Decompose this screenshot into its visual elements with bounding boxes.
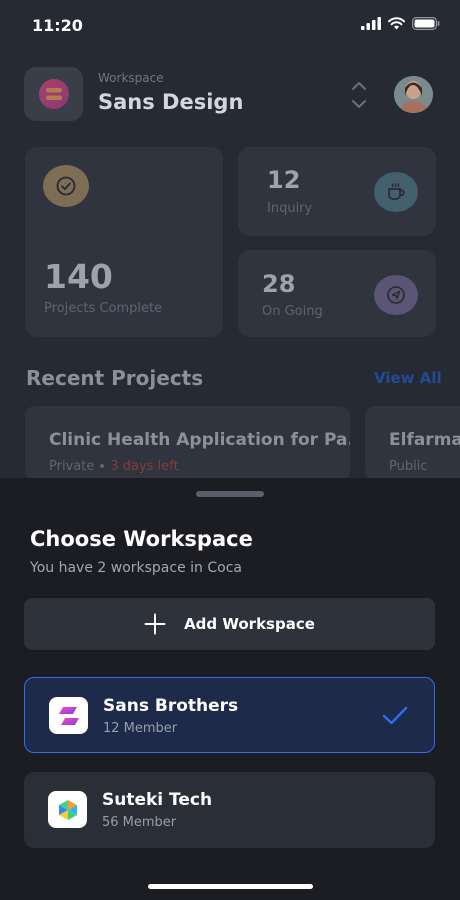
workspace-logo-icon [38, 79, 69, 109]
on-going-label: On Going [262, 304, 323, 319]
check-circle-icon [56, 176, 76, 196]
project-card[interactable]: Elfarma Public [365, 406, 460, 481]
inquiry-label: Inquiry [267, 201, 313, 216]
project-visibility: Public [389, 459, 428, 474]
suteki-tech-logo-icon [58, 799, 77, 820]
inquiry-value: 12 [267, 166, 301, 194]
recent-projects-title: Recent Projects [26, 366, 204, 390]
plus-icon [144, 613, 166, 635]
workspace-members: 56 Member [102, 815, 177, 830]
screen: 11:20 Workspace Sans Design 140 Projects… [0, 0, 460, 900]
project-meta: Private 3 days left [49, 459, 179, 474]
workspace-name: Suteki Tech [102, 790, 213, 810]
project-title: Clinic Health Application for Pa... [49, 430, 350, 450]
meta-dot [100, 463, 105, 468]
view-all-link[interactable]: View All [374, 369, 442, 387]
workspace-item-suteki-tech[interactable]: Suteki Tech 56 Member [24, 772, 435, 848]
workspace-icon [48, 791, 87, 828]
dashboard-background: Workspace Sans Design 140 Projects Compl… [0, 0, 460, 481]
avatar[interactable] [394, 76, 433, 113]
on-going-card[interactable]: 28 On Going [238, 250, 436, 337]
check-circle-badge [43, 165, 89, 207]
check-icon [382, 706, 408, 725]
add-workspace-button[interactable]: Add Workspace [24, 598, 435, 650]
workspace-name: Sans Brothers [103, 696, 239, 716]
workspace-icon [49, 697, 88, 734]
workspace-name[interactable]: Sans Design [98, 90, 243, 114]
sheet-grabber[interactable] [196, 491, 264, 497]
add-workspace-label: Add Workspace [184, 615, 315, 633]
inquiry-card[interactable]: 12 Inquiry [238, 147, 436, 236]
sheet-subtitle: You have 2 workspace in Coca [30, 560, 242, 576]
on-going-value: 28 [262, 270, 296, 298]
project-deadline: 3 days left [110, 459, 179, 474]
workspace-caption: Workspace [98, 71, 164, 85]
send-badge [374, 275, 418, 315]
workspace-bottom-sheet: Choose Workspace You have 2 workspace in… [0, 478, 460, 900]
home-indicator[interactable] [148, 884, 313, 889]
workspace-item-sans-brothers[interactable]: Sans Brothers 12 Member [24, 677, 435, 753]
project-card[interactable]: Clinic Health Application for Pa... Priv… [25, 406, 350, 481]
sheet-title: Choose Workspace [30, 527, 253, 551]
workspace-logo[interactable] [24, 67, 83, 121]
cup-badge [374, 172, 418, 212]
sans-brothers-logo-icon [58, 706, 79, 725]
chevron-up-down-icon[interactable] [350, 80, 368, 110]
workspace-members: 12 Member [103, 721, 178, 736]
projects-complete-label: Projects Complete [44, 301, 163, 316]
projects-complete-value: 140 [44, 257, 113, 296]
projects-complete-card[interactable]: 140 Projects Complete [25, 147, 223, 337]
project-title: Elfarma [389, 430, 460, 450]
cup-icon [388, 183, 405, 200]
project-visibility: Private [49, 459, 95, 474]
send-icon [387, 286, 405, 304]
